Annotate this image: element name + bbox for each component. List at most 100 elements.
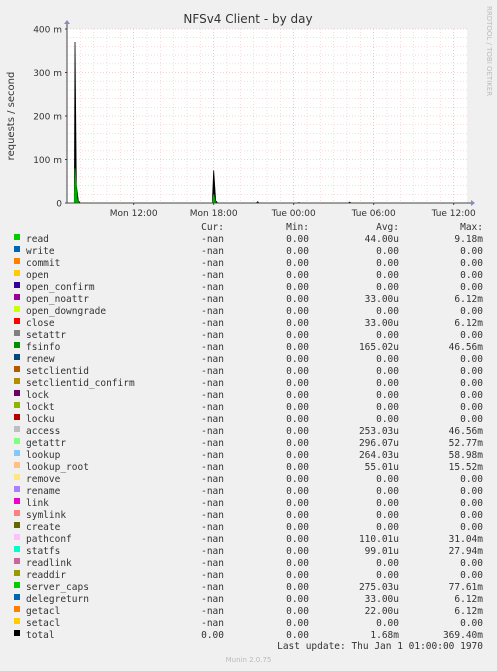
legend-cur: 0.00 — [201, 630, 224, 641]
y-tick-labels: 0 100 m 200 m 300 m 400 m — [33, 26, 67, 210]
legend-swatch — [14, 282, 20, 288]
legend-cur: -nan — [201, 282, 224, 293]
last-update: Last update: Thu Jan 1 01:00:00 1970 — [277, 641, 483, 652]
legend-swatch — [14, 306, 20, 312]
legend-cur: -nan — [201, 618, 224, 629]
legend-max: 0.00 — [460, 246, 483, 257]
legend-row-setacl: setacl -nan 0.00 0.00 0.00 — [0, 618, 497, 630]
legend-avg: 264.03u — [358, 450, 399, 461]
legend-max: 0.00 — [460, 414, 483, 425]
legend-min: 0.00 — [286, 294, 309, 305]
y-tick-label: 400 m — [33, 26, 62, 36]
legend-avg: 0.00 — [376, 390, 399, 401]
legend-avg: 0.00 — [376, 258, 399, 269]
legend-cur: -nan — [201, 462, 224, 473]
legend-min: 0.00 — [286, 498, 309, 509]
legend-avg: 253.03u — [358, 426, 399, 437]
legend-min: 0.00 — [286, 318, 309, 329]
legend-avg: 0.00 — [376, 498, 399, 509]
legend-max: 52.77m — [448, 438, 483, 449]
legend-min: 0.00 — [286, 546, 309, 557]
legend-cur: -nan — [201, 534, 224, 545]
legend-min: 0.00 — [286, 438, 309, 449]
legend-cur: -nan — [201, 246, 224, 257]
legend-name: write — [26, 246, 55, 257]
y-tick-label: 200 m — [33, 113, 62, 123]
legend-min: 0.00 — [286, 402, 309, 413]
legend-avg: 55.01u — [364, 462, 399, 473]
legend-min: 0.00 — [286, 570, 309, 581]
legend-swatch — [14, 246, 20, 252]
legend-name: fsinfo — [26, 342, 61, 353]
legend-header-max: Max: — [460, 222, 483, 233]
legend-swatch — [14, 498, 20, 504]
legend-swatch — [14, 414, 20, 420]
legend-max: 0.00 — [460, 618, 483, 629]
legend: read -nan 0.00 44.00u 9.18m write -nan 0.00 0.00… — [0, 234, 497, 642]
legend-row-open_noattr: open_noattr -nan 0.00 33.00u 6.12m — [0, 294, 497, 306]
legend-name: delegreturn — [26, 594, 89, 605]
munin-version: Munin 2.0.75 — [225, 656, 272, 664]
legend-max: 0.00 — [460, 570, 483, 581]
legend-swatch — [14, 546, 20, 552]
legend-max: 0.00 — [460, 366, 483, 377]
chart: NFSv4 Client - by day requests / second … — [6, 12, 476, 219]
legend-max: 31.04m — [448, 534, 483, 545]
legend-swatch — [14, 354, 20, 360]
legend-max: 0.00 — [460, 390, 483, 401]
legend-row-commit: commit -nan 0.00 0.00 0.00 — [0, 258, 497, 270]
legend-name: remove — [26, 474, 61, 485]
legend-max: 9.18m — [454, 234, 483, 245]
legend-min: 0.00 — [286, 594, 309, 605]
legend-row-lock: lock -nan 0.00 0.00 0.00 — [0, 390, 497, 402]
legend-avg: 0.00 — [376, 354, 399, 365]
legend-avg: 0.00 — [376, 522, 399, 533]
legend-row-getacl: getacl -nan 0.00 22.00u 6.12m — [0, 606, 497, 618]
legend-row-write: write -nan 0.00 0.00 0.00 — [0, 246, 497, 258]
legend-name: server_caps — [26, 582, 89, 593]
legend-swatch — [14, 486, 20, 492]
legend-row-statfs: statfs -nan 0.00 99.01u 27.94m — [0, 546, 497, 558]
legend-swatch — [14, 258, 20, 264]
legend-cur: -nan — [201, 414, 224, 425]
legend-cur: -nan — [201, 438, 224, 449]
legend-swatch — [14, 510, 20, 516]
legend-min: 0.00 — [286, 306, 309, 317]
legend-max: 0.00 — [460, 282, 483, 293]
legend-max: 6.12m — [454, 594, 483, 605]
legend-row-locku: locku -nan 0.00 0.00 0.00 — [0, 414, 497, 426]
legend-swatch — [14, 462, 20, 468]
legend-swatch — [14, 366, 20, 372]
legend-avg: 99.01u — [364, 546, 399, 557]
legend-avg: 33.00u — [364, 318, 399, 329]
legend-swatch — [14, 570, 20, 576]
legend-avg: 0.00 — [376, 474, 399, 485]
legend-cur: -nan — [201, 270, 224, 281]
legend-min: 0.00 — [286, 606, 309, 617]
legend-max: 0.00 — [460, 498, 483, 509]
legend-min: 0.00 — [286, 366, 309, 377]
legend-name: pathconf — [26, 534, 72, 545]
legend-avg: 0.00 — [376, 414, 399, 425]
legend-min: 0.00 — [286, 558, 309, 569]
legend-max: 27.94m — [448, 546, 483, 557]
legend-name: open_downgrade — [26, 306, 107, 317]
legend-row-lookup: lookup -nan 0.00 264.03u 58.98m — [0, 450, 497, 462]
legend-max: 0.00 — [460, 306, 483, 317]
legend-avg: 0.00 — [376, 510, 399, 521]
legend-avg: 0.00 — [376, 486, 399, 497]
legend-cur: -nan — [201, 570, 224, 581]
legend-name: renew — [26, 354, 55, 365]
legend-name: create — [26, 522, 61, 533]
legend-min: 0.00 — [286, 582, 309, 593]
legend-name: open_confirm — [26, 282, 95, 293]
legend-swatch — [14, 378, 20, 384]
legend-max: 0.00 — [460, 510, 483, 521]
legend-cur: -nan — [201, 546, 224, 557]
legend-max: 0.00 — [460, 522, 483, 533]
legend-row-getattr: getattr -nan 0.00 296.07u 52.77m — [0, 438, 497, 450]
legend-max: 0.00 — [460, 330, 483, 341]
legend-avg: 165.02u — [358, 342, 399, 353]
legend-header-min: Min: — [286, 222, 309, 233]
legend-max: 15.52m — [448, 462, 483, 473]
